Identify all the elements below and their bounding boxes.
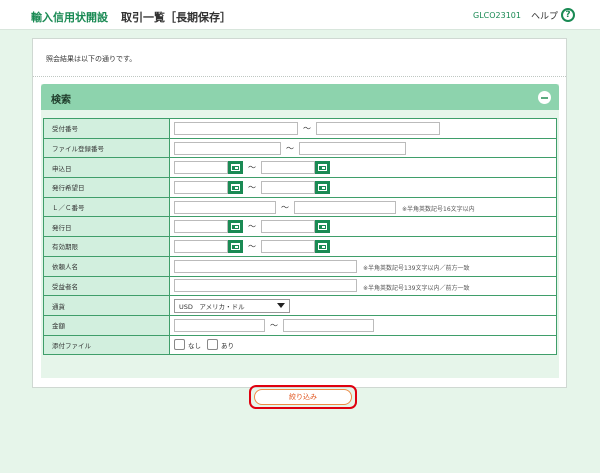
filter-button-highlight: 絞り込み bbox=[249, 385, 357, 409]
calendar-icon[interactable] bbox=[315, 180, 330, 194]
label-attachment: 添付ファイル bbox=[43, 334, 170, 356]
row-applicant: 依頼人名 ※半角英数記号139文字以内／前方一致 bbox=[43, 255, 557, 277]
divider bbox=[33, 76, 566, 77]
screen-id: GLCO23101 bbox=[473, 11, 521, 20]
calendar-icon[interactable] bbox=[228, 220, 243, 234]
attachment-yes-checkbox[interactable] bbox=[207, 339, 218, 351]
page-title: 取引一覧［長期保存］ bbox=[121, 11, 231, 24]
lc-no-to-input[interactable] bbox=[294, 200, 396, 214]
issue-request-date-to-input[interactable] bbox=[261, 180, 315, 194]
file-reg-no-to-input[interactable] bbox=[299, 141, 406, 155]
label-expiry: 有効期限 bbox=[43, 236, 170, 257]
row-beneficiary: 受益者名 ※半角英数記号139文字以内／前方一致 bbox=[43, 275, 557, 297]
row-file-reg-no: ファイル登録番号 ～ bbox=[43, 137, 557, 159]
beneficiary-note: ※半角英数記号139文字以内／前方一致 bbox=[363, 284, 470, 292]
label-currency: 通貨 bbox=[43, 295, 170, 316]
row-issue-request-date: 発行希望日 ～ bbox=[43, 177, 557, 198]
amount-to-input[interactable] bbox=[283, 318, 374, 332]
search-section: 検索 受付番号 ～ ファイル登録番号 ～ 申込日 ～ 発行希望日 ～ Ｌ／Ｃ番号… bbox=[41, 84, 559, 409]
range-separator: ～ bbox=[286, 143, 294, 153]
chevron-down-icon bbox=[277, 303, 285, 309]
search-form: 受付番号 ～ ファイル登録番号 ～ 申込日 ～ 発行希望日 ～ Ｌ／Ｃ番号 ～ … bbox=[43, 118, 557, 356]
help-link[interactable]: ヘルプ ? bbox=[531, 8, 576, 22]
receipt-no-to-input[interactable] bbox=[316, 121, 440, 135]
range-separator: ～ bbox=[248, 241, 256, 251]
apply-date-to-input[interactable] bbox=[261, 161, 315, 175]
row-lc-no: Ｌ／Ｃ番号 ～ ※半角英数記号16文字以内 bbox=[43, 196, 557, 218]
lc-no-note: ※半角英数記号16文字以内 bbox=[402, 205, 475, 213]
calendar-icon[interactable] bbox=[228, 180, 243, 194]
help-label[interactable]: ヘルプ bbox=[531, 9, 558, 22]
lc-no-from-input[interactable] bbox=[174, 200, 276, 214]
result-message: 照会結果は以下の通りです。 bbox=[46, 55, 137, 63]
range-separator: ～ bbox=[248, 182, 256, 192]
apply-date-from-input[interactable] bbox=[174, 161, 228, 175]
applicant-input[interactable] bbox=[174, 259, 357, 273]
calendar-icon[interactable] bbox=[315, 239, 330, 253]
range-separator: ～ bbox=[248, 222, 256, 232]
results-panel: 照会結果は以下の通りです。 検索 受付番号 ～ ファイル登録番号 ～ 申込日 ～… bbox=[32, 38, 567, 409]
help-icon[interactable]: ? bbox=[561, 8, 576, 22]
currency-select[interactable]: USD アメリカ・ドル bbox=[174, 298, 290, 313]
range-separator: ～ bbox=[248, 163, 256, 173]
row-apply-date: 申込日 ～ bbox=[43, 157, 557, 179]
expiry-to-input[interactable] bbox=[261, 239, 315, 253]
currency-selected: USD アメリカ・ドル bbox=[179, 302, 245, 311]
row-attachment: 添付ファイル なし あり bbox=[43, 334, 557, 356]
attachment-none-checkbox[interactable] bbox=[174, 339, 185, 351]
file-reg-no-from-input[interactable] bbox=[174, 141, 281, 155]
calendar-icon[interactable] bbox=[228, 239, 243, 253]
filter-button[interactable]: 絞り込み bbox=[254, 389, 352, 405]
row-receipt-no: 受付番号 ～ bbox=[43, 118, 557, 139]
label-applicant: 依頼人名 bbox=[43, 255, 170, 277]
expiry-from-input[interactable] bbox=[174, 239, 228, 253]
label-issue-request-date: 発行希望日 bbox=[43, 177, 170, 198]
label-apply-date: 申込日 bbox=[43, 157, 170, 179]
label-lc-no: Ｌ／Ｃ番号 bbox=[43, 196, 170, 218]
issue-date-to-input[interactable] bbox=[261, 220, 315, 234]
issue-request-date-from-input[interactable] bbox=[174, 180, 228, 194]
label-beneficiary: 受益者名 bbox=[43, 275, 170, 297]
app-title: 輸入信用状開設 bbox=[31, 11, 108, 24]
row-amount: 金額 ～ bbox=[43, 314, 557, 336]
range-separator: ～ bbox=[281, 202, 289, 212]
row-currency: 通貨 USD アメリカ・ドル bbox=[43, 295, 557, 316]
calendar-icon[interactable] bbox=[228, 161, 243, 175]
attachment-none-label: なし bbox=[188, 341, 201, 350]
collapse-icon[interactable] bbox=[538, 91, 551, 104]
issue-date-from-input[interactable] bbox=[174, 220, 228, 234]
range-separator: ～ bbox=[270, 320, 278, 330]
calendar-icon[interactable] bbox=[315, 220, 330, 234]
applicant-note: ※半角英数記号139文字以内／前方一致 bbox=[363, 264, 470, 272]
row-issue-date: 発行日 ～ bbox=[43, 216, 557, 238]
search-title: 検索 bbox=[51, 95, 71, 106]
attachment-yes-label: あり bbox=[221, 341, 234, 350]
top-bar: 輸入信用状開設 取引一覧［長期保存］ GLCO23101 ヘルプ ? bbox=[0, 0, 600, 30]
label-file-reg-no: ファイル登録番号 bbox=[43, 137, 170, 159]
beneficiary-input[interactable] bbox=[174, 279, 357, 293]
label-issue-date: 発行日 bbox=[43, 216, 170, 238]
range-separator: ～ bbox=[303, 123, 311, 133]
label-receipt-no: 受付番号 bbox=[43, 118, 170, 139]
receipt-no-from-input[interactable] bbox=[174, 121, 298, 135]
row-expiry: 有効期限 ～ bbox=[43, 236, 557, 257]
calendar-icon[interactable] bbox=[315, 161, 330, 175]
amount-from-input[interactable] bbox=[174, 318, 265, 332]
search-header: 検索 bbox=[41, 84, 559, 110]
label-amount: 金額 bbox=[43, 314, 170, 336]
